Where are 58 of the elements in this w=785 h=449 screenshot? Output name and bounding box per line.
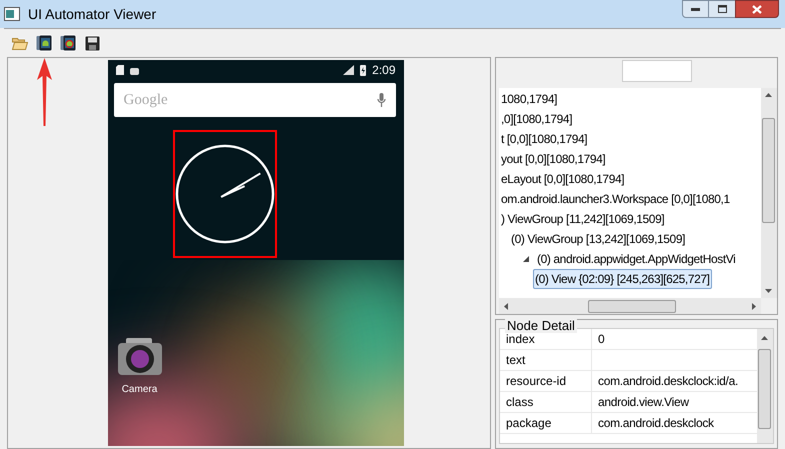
property-value: com.android.deskclock <box>598 415 714 432</box>
property-value: android.view.View <box>598 394 689 411</box>
tree-item[interactable]: ,0][1080,1794] <box>499 109 574 129</box>
vertical-scrollbar[interactable] <box>757 329 773 443</box>
save-icon <box>84 36 100 50</box>
sd-card-icon <box>116 65 124 75</box>
window-title: UI Automator Viewer <box>28 4 156 24</box>
tree-item[interactable]: yout [0,0][1080,1794] <box>499 149 608 169</box>
property-name: index <box>506 331 535 348</box>
tree-item[interactable]: t [0,0][1080,1794] <box>499 129 590 149</box>
scrollbar-thumb[interactable] <box>762 118 775 223</box>
property-name: text <box>506 352 526 369</box>
scrollbar-thumb[interactable] <box>758 349 771 429</box>
minimize-button[interactable] <box>682 0 709 18</box>
clock-widget[interactable] <box>172 130 276 258</box>
tree-item[interactable]: eLayout [0,0][1080,1794] <box>499 169 626 189</box>
scroll-up-icon <box>765 93 772 97</box>
property-value: com.android.deskclock:id/a. <box>598 373 738 390</box>
app-icon <box>4 7 20 21</box>
expanded-arrow-icon[interactable] <box>523 256 529 262</box>
property-name: resource-id <box>506 373 566 390</box>
horizontal-scrollbar[interactable] <box>499 298 761 314</box>
tree-item[interactable]: (0) View {02:09} [245,263][625,727] <box>533 269 712 289</box>
scroll-down-icon <box>765 289 772 293</box>
signal-icon <box>343 65 354 75</box>
close-button[interactable] <box>735 0 779 18</box>
toolbar-button[interactable] <box>34 33 54 53</box>
property-name: package <box>506 415 552 432</box>
device-screenshot-icon <box>60 35 76 51</box>
scroll-right-icon <box>752 302 756 310</box>
vertical-scrollbar[interactable] <box>761 88 777 298</box>
tree-item[interactable]: 1080,1794] <box>499 89 560 109</box>
property-value: 0 <box>598 331 604 348</box>
filter-field[interactable] <box>622 60 692 82</box>
property-name: class <box>506 394 534 411</box>
camera-icon[interactable] <box>118 338 162 376</box>
microphone-icon <box>376 93 386 107</box>
toolbar-button[interactable] <box>58 33 78 53</box>
scrollbar-thumb[interactable] <box>588 300 676 312</box>
tree-item[interactable]: ) ViewGroup [11,242][1069,1509] <box>499 209 666 229</box>
app-label: Camera <box>122 383 158 397</box>
minimize-icon <box>691 8 700 10</box>
search-placeholder: Google <box>124 90 169 110</box>
status-time: 2:09 <box>372 62 396 79</box>
analog-clock-icon <box>174 143 274 245</box>
group-title: Node Detail <box>505 319 577 333</box>
battery-icon <box>360 64 366 76</box>
scroll-left-icon <box>504 302 508 310</box>
tree-item[interactable]: (0) ViewGroup [13,242][1069,1509] <box>509 229 688 249</box>
close-icon <box>752 4 762 14</box>
maximize-button[interactable] <box>709 0 735 18</box>
tree-item[interactable]: (0) android.appwidget.AppWidgetHostVi <box>535 249 738 269</box>
device-screenshot-icon <box>36 35 52 51</box>
folder-icon <box>12 36 28 50</box>
tree-item[interactable]: om.android.launcher3.Workspace [0,0][1080,1 <box>499 189 732 209</box>
maximize-icon <box>718 5 726 13</box>
pointer-arrow-drawing <box>37 58 52 126</box>
scroll-up-icon <box>761 336 768 340</box>
